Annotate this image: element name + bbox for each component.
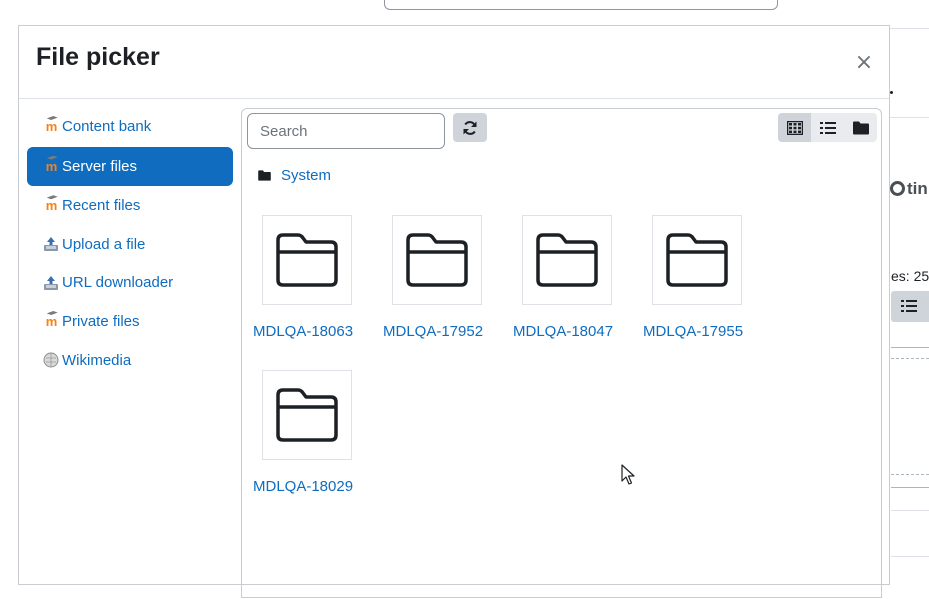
sidebar-item-private-files[interactable]: m Private files — [27, 303, 233, 340]
file-tile[interactable]: MDLQA-18063 — [253, 215, 363, 340]
mouse-cursor-icon — [621, 464, 635, 485]
sidebar-item-server-files[interactable]: m Server files — [27, 146, 233, 186]
grid-icon — [786, 120, 803, 135]
upload-icon — [42, 236, 60, 252]
view-tree-button[interactable] — [844, 113, 877, 142]
breadcrumb: System — [258, 167, 331, 184]
folder-thumbnail[interactable] — [652, 215, 742, 305]
folder-icon — [276, 388, 338, 442]
repository-sidebar: m Content bank m Server files m Recent f… — [27, 108, 233, 380]
folder-thumbnail[interactable] — [262, 370, 352, 460]
background-text-field — [384, 0, 778, 10]
file-tile[interactable]: MDLQA-18047 — [513, 215, 623, 340]
refresh-icon — [463, 120, 477, 135]
folder-icon — [536, 233, 598, 287]
list-icon — [819, 121, 836, 134]
folder-thumbnail[interactable] — [262, 215, 352, 305]
wikimedia-globe-icon — [42, 352, 60, 368]
file-picker-dialog: File picker × m Content bank m Server fi… — [18, 25, 890, 598]
sidebar-item-label: Upload a file — [62, 235, 146, 253]
background-tiny-label: tin — [890, 179, 928, 199]
background-panel — [890, 28, 929, 118]
background-divider — [891, 487, 929, 488]
moodle-icon: m — [45, 198, 58, 214]
sidebar-item-label: Recent files — [62, 197, 141, 215]
sidebar-item-label: URL downloader — [62, 274, 174, 292]
moodle-icon: m — [45, 119, 58, 134]
file-name[interactable]: MDLQA-18047 — [513, 323, 623, 340]
sidebar-item-recent-files[interactable]: m Recent files — [27, 187, 233, 224]
sidebar-item-upload-a-file[interactable]: Upload a file — [27, 226, 233, 263]
file-tile[interactable]: MDLQA-17952 — [383, 215, 493, 340]
file-name[interactable]: MDLQA-17955 — [643, 323, 753, 340]
sidebar-item-label: Private files — [62, 312, 140, 330]
tiny-logo-icon — [890, 181, 905, 196]
file-tile[interactable]: MDLQA-17955 — [643, 215, 753, 340]
sidebar-item-label: Content bank — [62, 118, 152, 135]
background-files-count: es: 25 — [891, 268, 929, 284]
background-dot — [890, 91, 893, 94]
sidebar-item-url-downloader[interactable]: URL downloader — [27, 264, 233, 301]
background-divider — [891, 510, 929, 511]
folder-icon — [852, 121, 869, 134]
sidebar-item-content-bank[interactable]: m Content bank — [27, 108, 233, 145]
sidebar-item-label: Wikimedia — [62, 351, 132, 369]
file-grid: MDLQA-18063 MDLQA-17952 MDLQA-18047 MDLQ… — [242, 191, 881, 599]
file-browser-toolbar — [242, 109, 881, 153]
moodle-icon: m — [45, 313, 58, 329]
moodle-icon: m — [45, 158, 58, 174]
folder-thumbnail[interactable] — [392, 215, 482, 305]
search-input[interactable] — [247, 113, 445, 149]
folder-icon — [666, 233, 728, 287]
background-divider — [891, 556, 929, 557]
dialog-title: File picker — [36, 43, 160, 71]
file-name[interactable]: MDLQA-18063 — [253, 323, 363, 340]
background-dashed-line — [891, 474, 929, 475]
view-list-button[interactable] — [811, 113, 844, 142]
background-divider — [891, 347, 929, 348]
sidebar-item-label: Server files — [62, 157, 138, 175]
folder-icon — [406, 233, 468, 287]
list-icon — [901, 300, 917, 312]
dialog-header: File picker × — [19, 26, 889, 99]
folder-icon — [258, 170, 271, 181]
file-name[interactable]: MDLQA-18029 — [253, 478, 363, 495]
folder-icon — [276, 233, 338, 287]
background-dashed-line — [891, 358, 929, 359]
refresh-button[interactable] — [453, 113, 487, 142]
breadcrumb-item-system[interactable]: System — [281, 167, 331, 184]
file-browser-panel: System MDLQA-18063 M — [241, 108, 882, 598]
file-name[interactable]: MDLQA-17952 — [383, 323, 493, 340]
folder-thumbnail[interactable] — [522, 215, 612, 305]
view-icons-button[interactable] — [778, 113, 811, 142]
url-download-icon — [42, 275, 60, 291]
close-button[interactable]: × — [853, 52, 875, 74]
background-list-view-button — [891, 291, 929, 322]
view-mode-toggle — [778, 113, 877, 142]
sidebar-item-wikimedia[interactable]: Wikimedia — [27, 342, 233, 379]
file-tile[interactable]: MDLQA-18029 — [253, 370, 363, 495]
